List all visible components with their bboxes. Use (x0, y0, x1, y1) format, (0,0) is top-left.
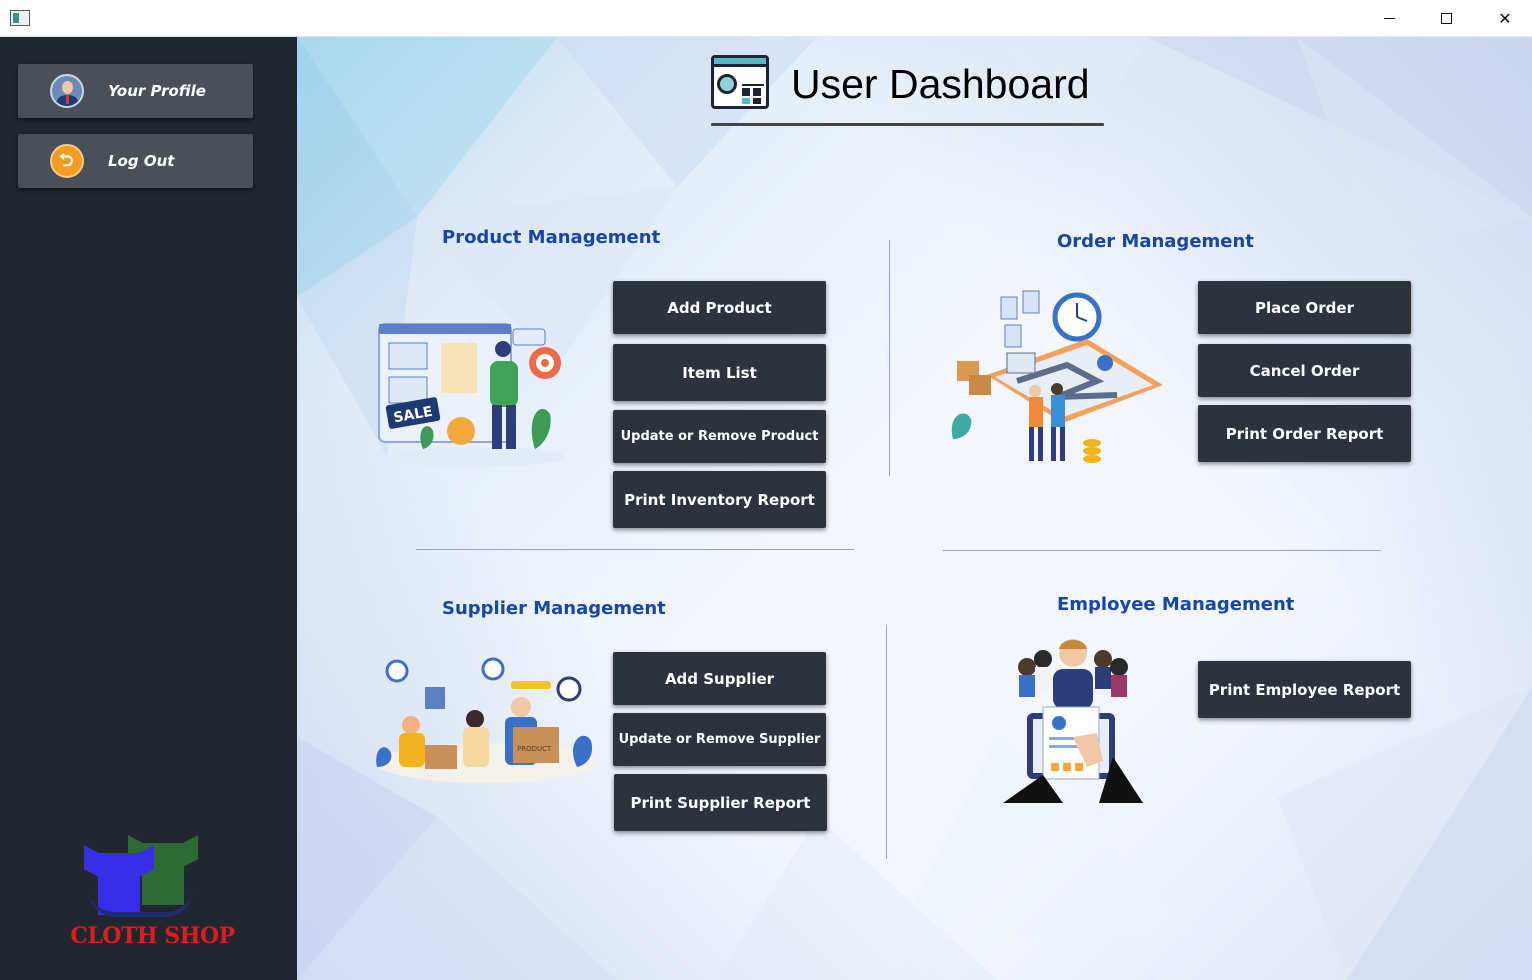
main-panel: User Dashboard Product Management SALE A… (297, 37, 1532, 980)
dashboard-header: User Dashboard (707, 53, 1107, 143)
cloth-shop-logo: CLOTH SHOP (70, 827, 235, 967)
divider-vertical-bottom (886, 625, 887, 859)
divider-horizontal-left (416, 549, 854, 550)
employee-management-illustration (1003, 639, 1143, 803)
polygon-background (297, 37, 1532, 980)
logo-swoosh (88, 889, 193, 917)
logo-text: CLOTH SHOP (70, 923, 235, 949)
employee-management-title: Employee Management (1057, 594, 1295, 615)
add-supplier-button[interactable]: Add Supplier (613, 652, 826, 705)
minimize-icon (1383, 17, 1395, 19)
update-or-remove-product-button[interactable]: Update or Remove Product (613, 410, 826, 463)
page-title: User Dashboard (791, 61, 1090, 107)
add-product-button[interactable]: Add Product (613, 281, 826, 334)
item-list-button[interactable]: Item List (613, 344, 826, 401)
app-icon (10, 10, 30, 26)
your-profile-button[interactable]: Your Profile (18, 64, 253, 118)
product-box-text: PRODUCT (517, 745, 552, 753)
order-management-title: Order Management (1057, 231, 1254, 252)
print-order-report-button[interactable]: Print Order Report (1198, 405, 1411, 462)
maximize-button[interactable] (1417, 0, 1475, 36)
log-out-button[interactable]: Log Out (18, 134, 253, 188)
product-management-title: Product Management (442, 227, 661, 248)
sidebar: Your Profile Log Out CLOTH SHOP (0, 37, 297, 980)
window-titlebar: ✕ (0, 0, 1532, 37)
print-inventory-report-button[interactable]: Print Inventory Report (613, 471, 826, 528)
minimize-button[interactable] (1360, 0, 1418, 36)
update-or-remove-supplier-button[interactable]: Update or Remove Supplier (613, 713, 826, 766)
user-avatar-icon (50, 74, 84, 108)
cancel-order-button[interactable]: Cancel Order (1198, 344, 1411, 397)
divider-vertical-top (889, 240, 890, 476)
product-management-illustration: SALE (378, 323, 565, 467)
divider-horizontal-right (943, 550, 1381, 551)
close-icon: ✕ (1498, 8, 1512, 28)
print-employee-report-button[interactable]: Print Employee Report (1198, 661, 1411, 718)
place-order-button[interactable]: Place Order (1198, 281, 1411, 334)
title-underline (711, 123, 1104, 126)
print-supplier-report-button[interactable]: Print Supplier Report (614, 774, 827, 831)
log-out-label: Log Out (108, 152, 175, 170)
supplier-management-illustration: PRODUCT (376, 657, 597, 783)
order-management-illustration (951, 290, 1163, 463)
logout-arrow-icon (50, 144, 84, 178)
dashboard-icon (711, 55, 769, 109)
supplier-management-title: Supplier Management (442, 598, 666, 619)
maximize-icon (1440, 12, 1452, 24)
close-button[interactable]: ✕ (1476, 0, 1532, 36)
your-profile-label: Your Profile (108, 82, 206, 100)
